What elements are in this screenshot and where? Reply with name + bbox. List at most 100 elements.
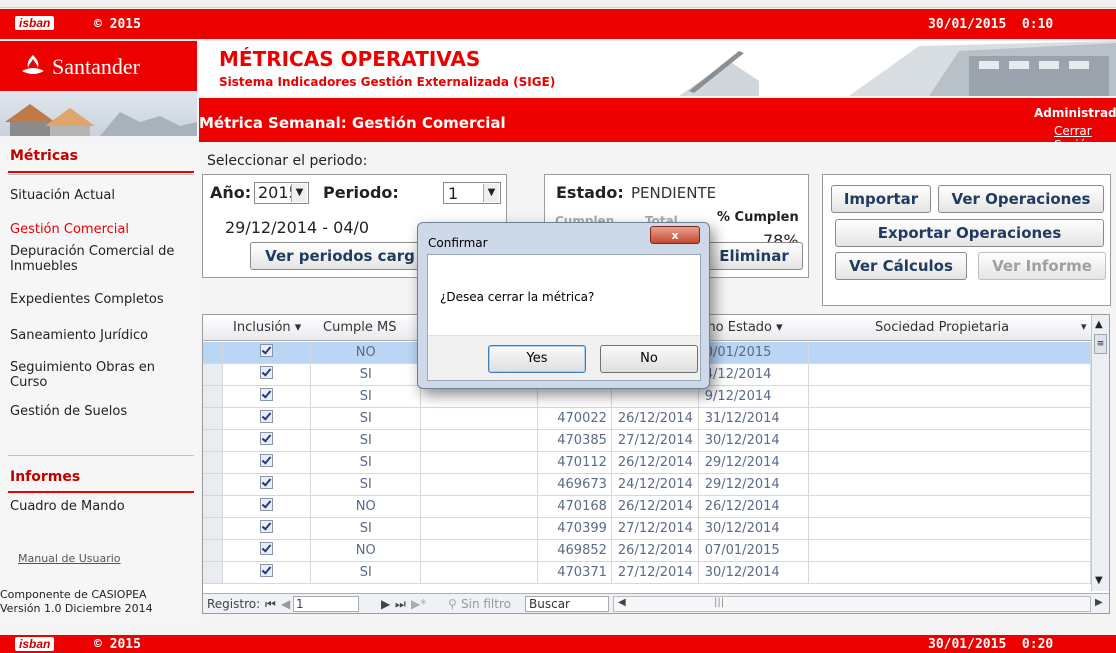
- cell-fecha[interactable]: 26/12/2014: [611, 495, 699, 518]
- row-selector[interactable]: [203, 407, 224, 430]
- row-selector[interactable]: [203, 561, 224, 584]
- checkbox-checked-icon[interactable]: [260, 498, 274, 511]
- row-selector[interactable]: [203, 473, 224, 496]
- cell-id[interactable]: 470168: [537, 495, 612, 518]
- inclusion-checkbox[interactable]: [222, 539, 312, 562]
- row-selector[interactable]: [203, 385, 224, 408]
- cell-cumple[interactable]: SI: [310, 385, 422, 408]
- cell-fecha[interactable]: 27/12/2014: [611, 429, 699, 452]
- period-select[interactable]: 1 ▼: [443, 182, 501, 204]
- cell-estado[interactable]: 29/12/2014: [698, 473, 809, 496]
- chevron-down-icon[interactable]: ▼: [483, 184, 499, 202]
- scroll-down-icon[interactable]: ▼: [1095, 575, 1103, 586]
- inclusion-checkbox[interactable]: [222, 342, 312, 364]
- checkbox-checked-icon[interactable]: [260, 410, 274, 423]
- col-sociedad-sort-icon[interactable]: ▾: [1081, 320, 1087, 333]
- year-select[interactable]: 2015 ▼: [254, 182, 309, 204]
- cell-estado[interactable]: 30/12/2014: [698, 561, 809, 584]
- sidebar-item-expedientes-completos[interactable]: Expedientes Completos: [10, 292, 164, 307]
- cell-blank[interactable]: [420, 451, 538, 474]
- cell-sociedad[interactable]: [808, 473, 1091, 496]
- checkbox-checked-icon[interactable]: [260, 476, 274, 489]
- inclusion-checkbox[interactable]: [222, 385, 312, 408]
- ver-operaciones-button[interactable]: Ver Operaciones: [938, 185, 1104, 213]
- table-row[interactable]: NO 469852 26/12/2014 07/01/2015: [203, 539, 1091, 562]
- checkbox-checked-icon[interactable]: [260, 344, 274, 357]
- vertical-scrollbar[interactable]: ▲ ≡ ▼: [1091, 315, 1109, 591]
- checkbox-checked-icon[interactable]: [260, 564, 274, 577]
- cell-blank[interactable]: [420, 407, 538, 430]
- scroll-up-icon[interactable]: ▲: [1095, 319, 1103, 330]
- cell-estado[interactable]: 30/12/2014: [698, 429, 809, 452]
- cell-fecha[interactable]: 26/12/2014: [611, 451, 699, 474]
- cell-sociedad[interactable]: [808, 495, 1091, 518]
- scroll-thumb[interactable]: ≡: [1094, 334, 1107, 354]
- next-record-icon[interactable]: ▶: [381, 597, 390, 611]
- exportar-operaciones-button[interactable]: Exportar Operaciones: [835, 219, 1104, 247]
- col-cumple-header[interactable]: Cumple MS: [323, 320, 396, 335]
- cell-estado[interactable]: 26/12/2014: [698, 495, 809, 518]
- cell-id[interactable]: 470112: [537, 451, 612, 474]
- cell-blank[interactable]: [420, 517, 538, 540]
- checkbox-checked-icon[interactable]: [260, 388, 274, 401]
- cell-sociedad[interactable]: [808, 539, 1091, 562]
- cell-id[interactable]: 470371: [537, 561, 612, 584]
- table-row[interactable]: NO 470168 26/12/2014 26/12/2014: [203, 495, 1091, 518]
- cell-sociedad[interactable]: [808, 429, 1091, 452]
- cell-estado[interactable]: 4/12/2014: [698, 363, 809, 386]
- cell-id[interactable]: 470399: [537, 517, 612, 540]
- checkbox-checked-icon[interactable]: [260, 520, 274, 533]
- checkbox-checked-icon[interactable]: [260, 366, 274, 379]
- cell-cumple[interactable]: SI: [310, 561, 422, 584]
- cell-blank[interactable]: [420, 539, 538, 562]
- table-row[interactable]: SI 470112 26/12/2014 29/12/2014: [203, 451, 1091, 474]
- cell-estado[interactable]: 31/12/2014: [698, 407, 809, 430]
- ver-informe-button[interactable]: Ver Informe: [978, 252, 1106, 280]
- cell-fecha[interactable]: 26/12/2014: [611, 539, 699, 562]
- cell-id[interactable]: 469673: [537, 473, 612, 496]
- cell-fecha[interactable]: 24/12/2014: [611, 473, 699, 496]
- cell-cumple[interactable]: SI: [310, 363, 422, 386]
- inclusion-checkbox[interactable]: [222, 451, 312, 474]
- table-row[interactable]: SI 470371 27/12/2014 30/12/2014: [203, 561, 1091, 584]
- manual-link[interactable]: Manual de Usuario: [18, 552, 121, 565]
- cell-cumple[interactable]: SI: [310, 473, 422, 496]
- col-estado-header[interactable]: mo Estado ▾: [703, 320, 783, 335]
- filter-status[interactable]: Sin filtro: [461, 597, 511, 611]
- cell-sociedad[interactable]: [808, 342, 1091, 364]
- checkbox-checked-icon[interactable]: [260, 542, 274, 555]
- filter-icon[interactable]: ⚲: [448, 597, 457, 611]
- current-record-field[interactable]: 1: [293, 596, 359, 612]
- inclusion-checkbox[interactable]: [222, 517, 312, 540]
- first-record-icon[interactable]: ⏮: [265, 597, 276, 612]
- inclusion-checkbox[interactable]: [222, 407, 312, 430]
- prev-record-icon[interactable]: ◀: [281, 597, 290, 611]
- cell-cumple[interactable]: SI: [310, 429, 422, 452]
- row-selector[interactable]: [203, 517, 224, 540]
- cell-estado[interactable]: 9/12/2014: [698, 385, 809, 408]
- cell-estado[interactable]: 30/12/2014: [698, 517, 809, 540]
- checkbox-checked-icon[interactable]: [260, 454, 274, 467]
- scroll-right-icon[interactable]: ▶: [1095, 597, 1103, 608]
- cell-fecha[interactable]: 27/12/2014: [611, 561, 699, 584]
- table-row[interactable]: SI 469673 24/12/2014 29/12/2014: [203, 473, 1091, 496]
- cell-blank[interactable]: [420, 561, 538, 584]
- search-input[interactable]: Buscar: [525, 596, 609, 612]
- col-sociedad-header[interactable]: Sociedad Propietaria: [875, 320, 1009, 335]
- ver-calculos-button[interactable]: Ver Cálculos: [835, 252, 967, 280]
- cell-id[interactable]: 470022: [537, 407, 612, 430]
- scroll-left-icon[interactable]: ◀: [618, 597, 626, 608]
- table-row[interactable]: SI 470399 27/12/2014 30/12/2014: [203, 517, 1091, 540]
- cell-id[interactable]: 469852: [537, 539, 612, 562]
- eliminar-button[interactable]: Eliminar: [705, 242, 803, 270]
- cell-blank[interactable]: [420, 429, 538, 452]
- chevron-down-icon[interactable]: ▼: [291, 184, 307, 202]
- cell-cumple[interactable]: NO: [310, 342, 422, 364]
- cell-sociedad[interactable]: [808, 561, 1091, 584]
- importar-button[interactable]: Importar: [831, 185, 931, 213]
- col-inclusion-header[interactable]: Inclusión ▾: [233, 320, 301, 335]
- sidebar-item-seguimiento-obras[interactable]: Seguimiento Obras en Curso: [10, 360, 190, 390]
- row-selector[interactable]: [203, 363, 224, 386]
- cell-estado[interactable]: 07/01/2015: [698, 539, 809, 562]
- cell-id[interactable]: 470385: [537, 429, 612, 452]
